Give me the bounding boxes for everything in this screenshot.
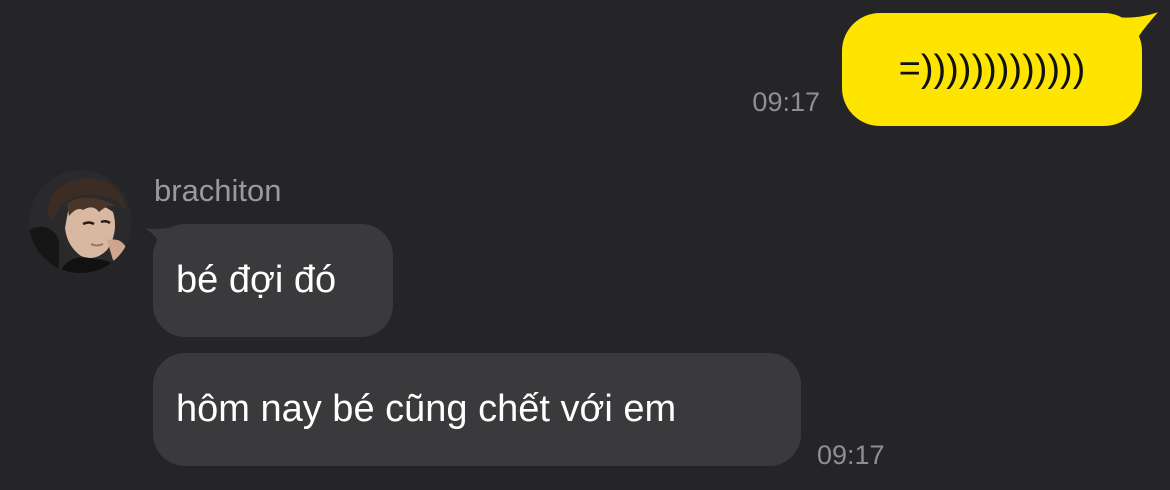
incoming-message-text: hôm nay bé cũng chết với em [176, 388, 677, 430]
incoming-message-bubble[interactable]: bé đợi đó [153, 224, 393, 337]
outgoing-message-text: =))))))))))))) [898, 48, 1086, 90]
outgoing-message-bubble[interactable]: =))))))))))))) [842, 13, 1142, 126]
sender-avatar[interactable] [29, 170, 132, 273]
sender-name: brachiton [154, 173, 282, 208]
incoming-message-text: bé đợi đó [176, 259, 337, 301]
chat-thread: =))))))))))))) 09:17 brachiton bé đợi đó… [0, 0, 1170, 490]
profile-photo-icon [29, 170, 132, 273]
incoming-message-bubble[interactable]: hôm nay bé cũng chết với em [153, 353, 801, 466]
incoming-message-timestamp: 09:17 [817, 440, 885, 470]
outgoing-message-timestamp: 09:17 [752, 87, 820, 117]
